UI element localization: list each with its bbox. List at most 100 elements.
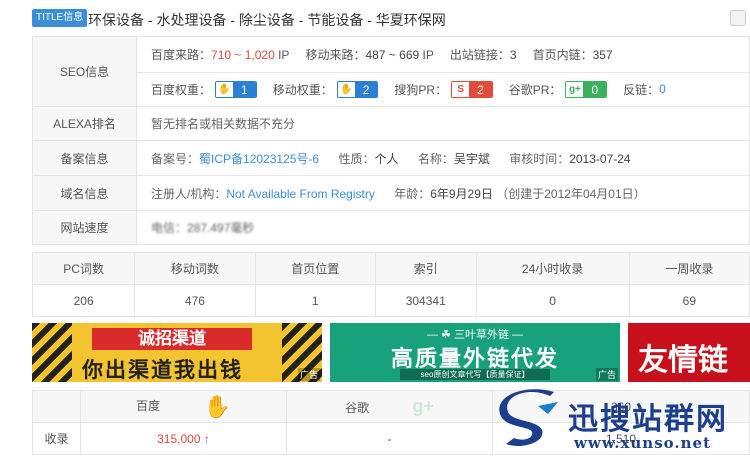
baidu-weight-value: 1 [233, 81, 256, 97]
engine-header-google-text: 谷歌 [345, 401, 370, 415]
banner3-headline: 友情链 [638, 344, 728, 377]
ad-mark: 广告 [595, 368, 618, 381]
engine-baidu-value[interactable]: 315,000 ↑ [80, 422, 287, 455]
beian-number-link[interactable]: 蜀ICP备12023125号-6 [199, 152, 319, 166]
sogou-icon: S [452, 81, 470, 97]
speed-text: 电信：287.497毫秒 [151, 221, 255, 235]
outlinks-value[interactable]: 3 [510, 48, 517, 62]
seo-weight-row: 百度权重： ✋ 1 移动权重： ✋ 2 搜狗PR： S 2 谷歌PR： g+ 0… [137, 71, 749, 106]
beian-audit-label: 审核时间： [509, 151, 570, 166]
sogou-pr-label: 搜狗PR： [394, 82, 448, 97]
banner2-strip: seo原创文章代写【质量保证】 [400, 369, 550, 380]
backlinks-value[interactable]: 0 [659, 82, 666, 96]
baidu-weight-label: 百度权重： [151, 82, 212, 97]
beian-label: 备案信息 [32, 140, 137, 176]
google-plus-icon: g+ [412, 396, 434, 416]
speed-value: 电信：287.497毫秒 [136, 210, 750, 245]
seo-traffic-row: 百度来路： 710 ~ 1,020 IP 移动来路： 487 ~ 669 IP … [137, 38, 749, 72]
watermark-url: www.xunso.net [574, 434, 711, 452]
baidu-traffic-unit: IP [278, 47, 290, 62]
beian-nature-value: 个人 [374, 151, 399, 166]
mobile-weight-label: 移动权重： [272, 82, 333, 97]
watermark-logo-icon [499, 389, 558, 447]
engine-header-blank [32, 390, 81, 423]
google-pr-badge[interactable]: g+ 0 [565, 80, 608, 98]
mobile-traffic-value: 487 ~ 669 [365, 47, 420, 62]
stats-header: 首页位置 [254, 252, 376, 285]
copy-icon[interactable] [730, 10, 746, 26]
speed-label: 网站速度 [32, 210, 137, 245]
stats-value[interactable]: 304341 [374, 284, 477, 317]
baidu-paw-icon: ✋ [216, 81, 234, 97]
backlinks-label: 反链： [623, 82, 660, 97]
beian-name-label: 名称： [417, 151, 454, 166]
stats-header: 移动词数 [134, 252, 256, 285]
mobile-weight-value: 2 [354, 81, 378, 97]
engine-row-label: 收录 [32, 422, 81, 455]
ad-banner-links[interactable]: — ☘ 三叶草外链 — 高质量外链代发 seo原创文章代写【质量保证】 广告 [330, 323, 620, 382]
inlinks-label: 首页内链： [532, 48, 593, 62]
engine-google-value: - [286, 422, 493, 455]
outlinks-label: 出站链接： [449, 48, 510, 62]
stats-header: 一周收录 [628, 252, 750, 285]
beian-name-value: 吴宇斌 [453, 151, 490, 166]
baidu-weight-badge[interactable]: ✋ 1 [215, 80, 257, 98]
banner1-headline: 诚招渠道 [92, 328, 252, 350]
stats-value[interactable]: 69 [628, 284, 750, 317]
engine-header-baidu: 百度 ✋ [80, 390, 287, 423]
age-value: 6年9月29日 [430, 186, 493, 201]
watermark-text: 迅搜站群网 [568, 402, 728, 437]
google-pr-value: 0 [583, 81, 607, 97]
google-pr-label: 谷歌PR： [508, 82, 562, 97]
registrant-label: 注册人/机构： [151, 186, 227, 201]
domain-label: 域名信息 [32, 175, 137, 211]
arrow-up-icon: ↑ [203, 431, 210, 446]
engine-header-google: 谷歌 g+ [286, 390, 493, 423]
title-tag: TITLE信息 [32, 9, 88, 27]
title-bar: TITLE信息 环保设备 - 水处理设备 - 除尘设备 - 节能设备 - 华夏环… [32, 8, 750, 30]
beian-row: 备案号：蜀ICP备12023125号-6 性质：个人 名称：吴宇斌 审核时间：2… [136, 140, 750, 176]
sogou-pr-badge[interactable]: S 2 [451, 80, 493, 98]
beian-audit-value: 2013-07-24 [569, 151, 631, 166]
seo-label: SEO信息 [32, 36, 137, 107]
beian-nature-label: 性质： [338, 151, 375, 166]
stats-header: 24小时收录 [475, 252, 630, 285]
domain-row: 注册人/机构：Not Available From Registry 年龄：6年… [136, 175, 750, 211]
stats-value: 1 [254, 284, 376, 317]
age-label: 年龄： [394, 186, 431, 201]
engine-baidu-count: 315,000 [157, 431, 201, 446]
ad-mark: 广告 [297, 368, 320, 381]
ad-banner-friendlinks[interactable]: 友情链 [628, 323, 750, 382]
sogou-pr-value: 2 [469, 81, 492, 97]
created-date: （创建于2012年04月01日） [496, 186, 646, 201]
stats-value[interactable]: 0 [475, 284, 630, 317]
baidu-paw-icon: ✋ [337, 81, 355, 97]
engine-header-baidu-text: 百度 [136, 398, 161, 413]
page-title: 环保设备 - 水处理设备 - 除尘设备 - 节能设备 - 华夏环保网 [88, 12, 446, 28]
alexa-value: 暂无排名或相关数据不充分 [136, 106, 750, 141]
baidu-traffic-label: 百度来路： [151, 48, 212, 62]
beian-number-label: 备案号： [151, 151, 200, 166]
stats-value[interactable]: 476 [134, 284, 256, 317]
ad-banner-channel[interactable]: 诚招渠道 你出渠道我出钱 广告 [32, 323, 322, 382]
alexa-label: ALEXA排名 [32, 106, 137, 141]
watermark: 迅搜站群网 www.xunso.net [498, 388, 750, 459]
hazard-stripes [32, 323, 72, 382]
stats-value[interactable]: 206 [31, 284, 136, 317]
site-info-table: SEO信息 百度来路： 710 ~ 1,020 IP 移动来路： 487 ~ 6… [32, 36, 750, 245]
mobile-traffic-unit: IP [422, 47, 434, 62]
google-plus-icon: g+ [566, 81, 584, 97]
banner2-brand-text: 三叶草外链 [453, 329, 509, 341]
keyword-stats-table: PC词数 移动词数 首页位置 索引 24小时收录 一周收录 206 476 1 … [31, 252, 750, 317]
mobile-weight-badge[interactable]: ✋ 2 [336, 80, 379, 98]
banner2-brand: — ☘ 三叶草外链 — [426, 329, 524, 341]
registrant-link[interactable]: Not Available From Registry [226, 187, 375, 201]
ad-banners: 诚招渠道 你出渠道我出钱 广告 — ☘ 三叶草外链 — 高质量外链代发 seo原… [32, 323, 750, 382]
mobile-traffic-label: 移动来路： [305, 48, 366, 62]
inlinks-value[interactable]: 357 [593, 48, 613, 62]
stats-header: PC词数 [31, 252, 136, 285]
baidu-paw-icon: ✋ [203, 393, 231, 419]
baidu-traffic-value[interactable]: 710 ~ 1,020 [211, 48, 275, 62]
stats-header: 索引 [374, 252, 477, 285]
banner1-slogan: 你出渠道我出钱 [82, 357, 243, 382]
